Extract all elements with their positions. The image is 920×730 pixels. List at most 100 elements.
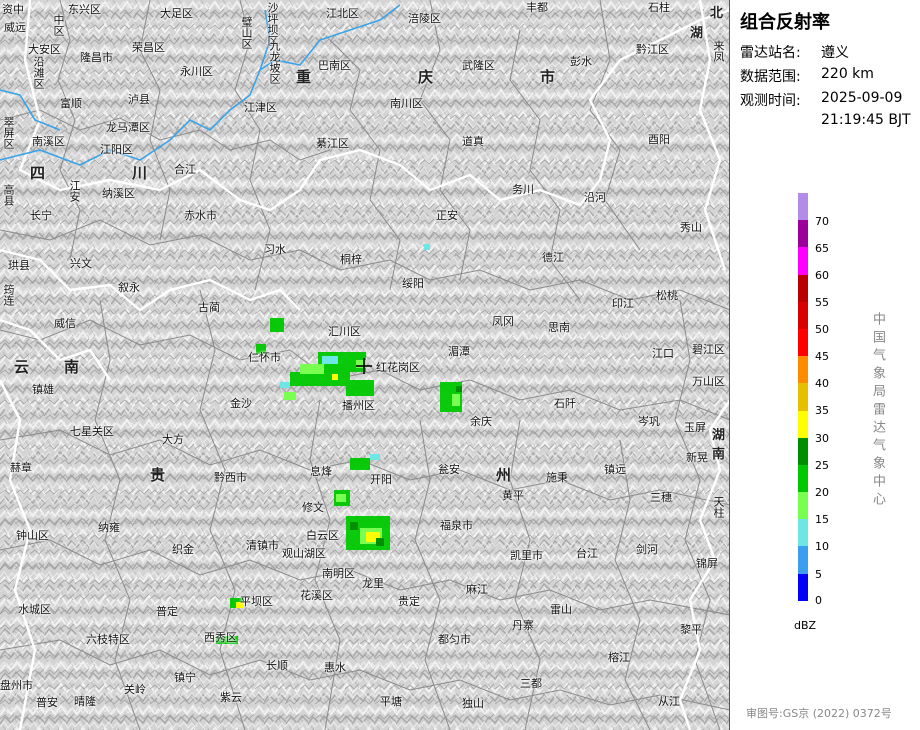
place-label: 永川区 <box>180 65 213 78</box>
place-label: 钟山区 <box>16 529 49 542</box>
place-label: 道真 <box>462 135 484 148</box>
place-label: 平塘 <box>380 695 402 708</box>
station-label: 雷达站名: <box>740 45 801 61</box>
place-label: 龙里 <box>362 577 384 590</box>
province-label: 州 <box>496 466 512 484</box>
province-label: 四 <box>30 164 46 182</box>
info-panel: 组合反射率 雷达站名: 遵义 数据范围: 220 km 观测时间: 2025-0… <box>731 0 920 730</box>
place-label: 观山湖区 <box>282 547 326 560</box>
place-label: 中区 <box>52 14 65 36</box>
place-label: 紫云 <box>220 691 242 704</box>
place-label: 隆昌市 <box>80 51 113 64</box>
radar-map[interactable]: 重 庆 市 四 川 云 南 贵 州 湖 北 湖南 资中 东兴区 大足区 璧山区 … <box>0 0 730 730</box>
place-label: 纳雍 <box>98 521 120 534</box>
legend-label: 70 <box>815 215 829 228</box>
place-label: 德江 <box>542 251 564 264</box>
place-label: 麻江 <box>466 583 488 596</box>
color-legend <box>798 193 808 601</box>
place-label: 龙马潭区 <box>106 121 150 134</box>
place-label: 都匀市 <box>438 633 471 646</box>
place-label: 兴文 <box>70 257 92 270</box>
range-label: 数据范围: <box>740 69 801 85</box>
legend-swatch <box>798 220 808 248</box>
place-label: 红花岗区 <box>376 361 420 374</box>
place-label: 秀山 <box>680 221 702 234</box>
province-label: 湖 <box>690 26 704 41</box>
source-text: 中国气象局雷达气象中心 <box>870 312 885 510</box>
place-label: 新晃 <box>686 451 708 464</box>
place-label: 惠水 <box>324 661 346 674</box>
province-label: 北 <box>710 6 724 21</box>
place-label: 凤冈 <box>492 315 514 328</box>
place-label: 绥阳 <box>402 277 424 290</box>
legend-swatch <box>798 492 808 520</box>
place-label: 大安区 <box>28 43 61 56</box>
legend-label: 20 <box>815 486 829 499</box>
place-label: 七星关区 <box>70 425 114 438</box>
legend-swatch <box>798 519 808 547</box>
place-label: 松桃 <box>656 289 678 302</box>
place-label: 正安 <box>436 209 458 222</box>
place-label: 翠屏区 <box>2 116 15 149</box>
place-label: 江阳区 <box>100 143 133 156</box>
place-label: 南明区 <box>322 567 355 580</box>
place-label: 汇川区 <box>328 325 361 338</box>
place-label: 福泉市 <box>440 519 473 532</box>
province-label: 湖南 <box>712 428 726 462</box>
time-row: 观测时间: 2025-09-09 <box>740 90 902 110</box>
place-label: 施秉 <box>546 471 568 484</box>
place-label: 来凤 <box>712 40 725 62</box>
place-label: 关岭 <box>124 683 146 696</box>
place-label: 璧山区 <box>240 16 253 49</box>
legend-swatch <box>798 193 808 221</box>
province-label: 云 <box>14 358 30 376</box>
place-label: 三穗 <box>650 491 672 504</box>
time-clock: 21:19:45 BJT <box>821 112 911 128</box>
place-label: 瓮安 <box>438 463 460 476</box>
station-value: 遵义 <box>821 45 849 61</box>
legend-swatch <box>798 247 808 275</box>
place-label: 彭水 <box>570 55 592 68</box>
place-label: 泸县 <box>128 93 150 106</box>
place-label: 黔江区 <box>636 43 669 56</box>
place-label: 威远 <box>4 21 26 34</box>
place-label: 凯里市 <box>510 549 543 562</box>
place-label: 习水 <box>264 243 286 256</box>
place-label: 开阳 <box>370 473 392 486</box>
place-label: 水城区 <box>18 603 51 616</box>
place-label: 普安 <box>36 696 58 709</box>
place-label: 剑河 <box>636 543 658 556</box>
place-label: 南溪区 <box>32 135 65 148</box>
place-label: 纳溪区 <box>102 187 135 200</box>
place-label: 平坝区 <box>240 595 273 608</box>
legend-swatch <box>798 437 808 465</box>
place-label: 播州区 <box>342 399 375 412</box>
time-label: 观测时间: <box>740 93 801 109</box>
legend-label: 5 <box>815 568 822 581</box>
legend-label: 65 <box>815 242 829 255</box>
legend-label: 40 <box>815 377 829 390</box>
province-label: 南 <box>64 358 80 376</box>
place-label: 天柱 <box>712 496 725 518</box>
place-label: 黔西市 <box>214 471 247 484</box>
place-label: 涪陵区 <box>408 12 441 25</box>
legend-label: 45 <box>815 350 829 363</box>
legend-swatch <box>798 573 808 601</box>
legend-swatch <box>798 464 808 493</box>
place-label: 大足区 <box>160 7 193 20</box>
place-label: 大方 <box>162 433 184 446</box>
place-label: 从江 <box>658 695 680 708</box>
legend-label: 50 <box>815 323 829 336</box>
place-label: 碧江区 <box>692 343 725 356</box>
place-label: 石柱 <box>648 1 670 14</box>
place-label: 万山区 <box>692 375 725 388</box>
place-label: 沿河 <box>584 191 606 204</box>
place-label: 江口 <box>652 347 674 360</box>
legend-swatch <box>798 301 808 329</box>
place-label: 武隆区 <box>462 59 495 72</box>
place-label: 东兴区 <box>68 3 101 16</box>
legend-swatch <box>798 328 808 357</box>
place-label: 花溪区 <box>300 589 333 602</box>
approval-number: 审图号:GS京 (2022) 0372号 <box>746 707 892 720</box>
province-label: 贵 <box>150 466 166 484</box>
